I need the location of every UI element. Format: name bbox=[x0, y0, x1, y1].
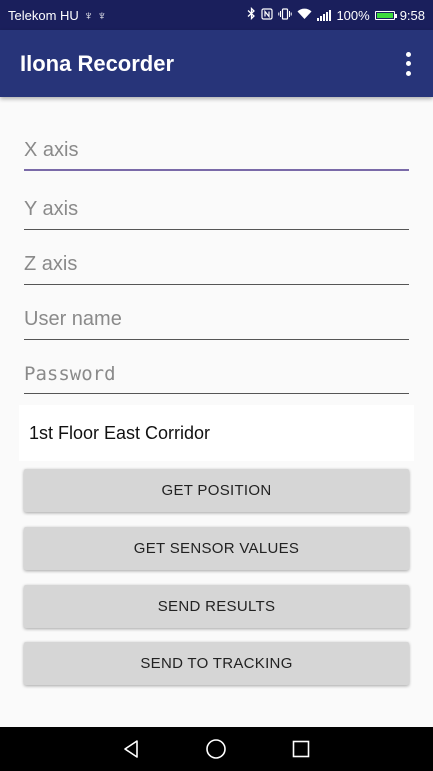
location-label: 1st Floor East Corridor bbox=[29, 422, 211, 443]
carrier-label: Telekom HU bbox=[8, 7, 79, 23]
location-selector[interactable]: 1st Floor East Corridor bbox=[19, 405, 414, 461]
get-sensor-values-button[interactable]: GET SENSOR VALUES bbox=[24, 527, 409, 570]
vibrate-icon bbox=[278, 7, 293, 23]
status-bar: Telekom HU ♆ ♆ 100% 9:58 bbox=[0, 0, 433, 30]
more-vert-icon[interactable] bbox=[401, 51, 415, 76]
clock: 9:58 bbox=[399, 7, 425, 23]
app-bar: Ilona Recorder bbox=[0, 30, 433, 97]
z-axis-input[interactable] bbox=[24, 245, 409, 285]
password-input[interactable] bbox=[24, 354, 409, 394]
send-to-tracking-button[interactable]: SEND TO TRACKING bbox=[24, 642, 409, 685]
bluetooth-icon bbox=[247, 6, 256, 23]
username-input[interactable] bbox=[24, 300, 409, 340]
y-axis-input[interactable] bbox=[24, 190, 409, 230]
home-icon[interactable] bbox=[204, 737, 228, 761]
back-icon[interactable] bbox=[120, 737, 144, 761]
get-position-button[interactable]: GET POSITION bbox=[24, 469, 409, 512]
navigation-bar bbox=[0, 727, 433, 771]
status-right: 100% 9:58 bbox=[247, 6, 425, 23]
battery-percent: 100% bbox=[336, 7, 370, 23]
app-title: Ilona Recorder bbox=[20, 50, 175, 76]
status-left: Telekom HU ♆ ♆ bbox=[8, 8, 107, 23]
recents-icon[interactable] bbox=[289, 737, 313, 761]
x-axis-input[interactable] bbox=[24, 131, 409, 171]
usb-icon: ♆ ♆ bbox=[83, 7, 107, 23]
send-results-button[interactable]: SEND RESULTS bbox=[24, 585, 409, 628]
wifi-icon bbox=[297, 8, 312, 23]
nfc-icon bbox=[261, 7, 274, 23]
signal-icon bbox=[317, 9, 332, 21]
battery-icon bbox=[374, 10, 397, 20]
